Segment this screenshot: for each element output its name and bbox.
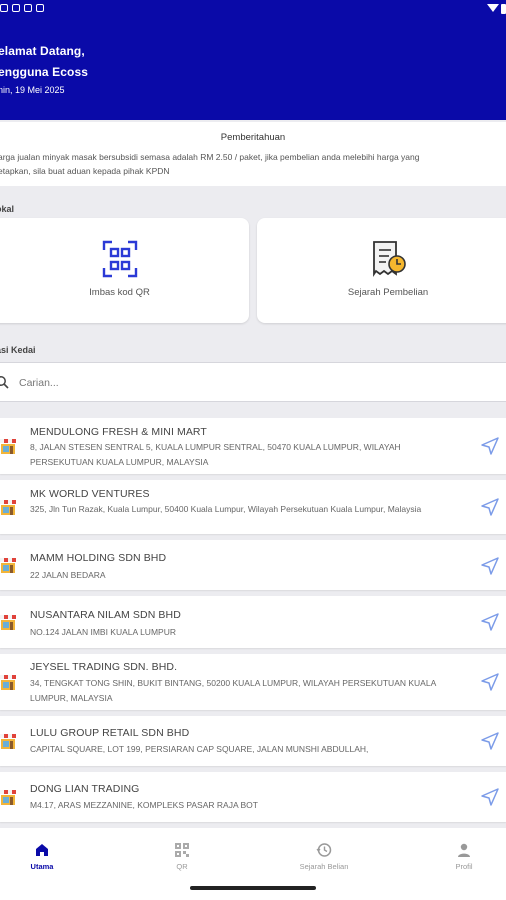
shop-row[interactable]: NUSANTARA NILAM SDN BHD NO.124 JALAN IMB… [0,596,506,648]
navigate-icon[interactable] [480,612,500,632]
tab-purchase-history[interactable]: Sejarah Belian [284,842,364,871]
store-icon [0,675,16,690]
store-icon [0,500,16,515]
search-icon [0,376,9,389]
store-icon [0,615,16,630]
shop-row[interactable]: JEYSEL TRADING SDN. BHD. 34, TENGKAT TON… [0,654,506,710]
tab-home-label: Utama [30,862,54,871]
person-icon [458,843,470,857]
shop-name: LULU GROUP RETAIL SDN BHD [30,727,190,739]
greeting-line-2: engguna Ecoss [0,65,88,79]
navigate-icon[interactable] [480,672,500,692]
shop-address: 34, TENGKAT TONG SHIN, BUKIT BINTANG, 50… [30,678,436,703]
shop-row[interactable]: MK WORLD VENTURES 325, Jln Tun Razak, Ku… [0,480,506,534]
navigate-icon[interactable] [480,787,500,807]
download-icon [24,4,32,12]
shop-name: MK WORLD VENTURES [30,488,150,500]
status-bar [0,2,506,18]
shop-name: DONG LIAN TRADING [30,783,140,795]
navigate-icon[interactable] [480,436,500,456]
greeting-line-1: elamat Datang, [0,44,85,58]
shop-address: 8, JALAN STESEN SENTRAL 5, KUALA LUMPUR … [30,442,401,467]
notice-title: Pemberitahuan [220,132,286,143]
scan-qr-label: Imbas kod QR [89,287,150,298]
wifi-icon [487,4,499,12]
tab-qr-label: QR [176,862,188,871]
shop-name: MAMM HOLDING SDN BHD [30,552,167,564]
tab-profile[interactable]: Profil [424,842,504,871]
tab-home[interactable]: Utama [2,842,82,871]
current-date: nin, 19 Mei 2025 [0,85,65,95]
notice-panel: Pemberitahuan arga jualan minyak masak b… [0,122,506,186]
notice-body: arga jualan minyak masak bersubsidi sema… [0,150,506,178]
qr-scan-icon [102,240,137,278]
quick-section-label: okal [0,204,15,214]
shop-address: 22 JALAN BEDARA [30,570,106,580]
shop-address: 325, Jln Tun Razak, Kuala Lumpur, 50400 … [30,504,422,514]
status-icons-left [0,4,44,12]
notice-line-1: arga jualan minyak masak bersubsidi sema… [0,152,420,162]
status-icons-right [487,4,506,14]
navigate-icon[interactable] [480,497,500,517]
shop-address: NO.124 JALAN IMBI KUALA LUMPUR [30,627,176,637]
tab-qr[interactable]: QR [142,842,222,871]
search-box[interactable] [0,362,506,402]
shop-name: MENDULONG FRESH & MINI MART [30,426,207,438]
app-header: elamat Datang, engguna Ecoss nin, 19 Mei… [0,0,506,120]
shop-row[interactable]: DONG LIAN TRADING M4.17, ARAS MEZZANINE,… [0,772,506,822]
navigate-icon[interactable] [480,556,500,576]
purchase-history-card[interactable]: Sejarah Pembelian [257,218,506,323]
shop-address: CAPITAL SQUARE, LOT 199, PERSIARAN CAP S… [30,744,369,754]
navigate-icon[interactable] [480,731,500,751]
store-icon [0,558,16,573]
notice-line-2: etapkan, sila buat aduan kepada pihak KP… [0,166,170,176]
purchase-history-label: Sejarah Pembelian [347,287,429,298]
app-notification-icon [36,4,44,12]
purchase-history-icon [373,241,406,277]
scan-qr-card[interactable]: Imbas kod QR [0,218,249,323]
store-icon [0,734,16,749]
battery-icon [501,4,506,14]
notification-icon [0,4,8,12]
shop-address: M4.17, ARAS MEZZANINE, KOMPLEKS PASAR RA… [30,800,258,810]
shop-row[interactable]: LULU GROUP RETAIL SDN BHD CAPITAL SQUARE… [0,716,506,766]
qr-icon [175,843,189,857]
store-icon [0,439,16,454]
shop-name: JEYSEL TRADING SDN. BHD. [30,661,178,673]
shop-row[interactable]: MAMM HOLDING SDN BHD 22 JALAN BEDARA [0,540,506,590]
shop-name: NUSANTARA NILAM SDN BHD [30,609,181,621]
search-input[interactable] [19,373,459,393]
shield-icon [12,4,20,12]
tab-profile-label: Profil [455,862,473,871]
store-icon [0,790,16,805]
gesture-home-bar[interactable] [190,886,316,890]
shop-section-label: asi Kedai [0,345,36,355]
home-icon [36,844,48,856]
tab-purchase-history-label: Sejarah Belian [299,862,349,871]
shop-row[interactable]: MENDULONG FRESH & MINI MART 8, JALAN STE… [0,418,506,474]
history-icon [316,843,332,857]
